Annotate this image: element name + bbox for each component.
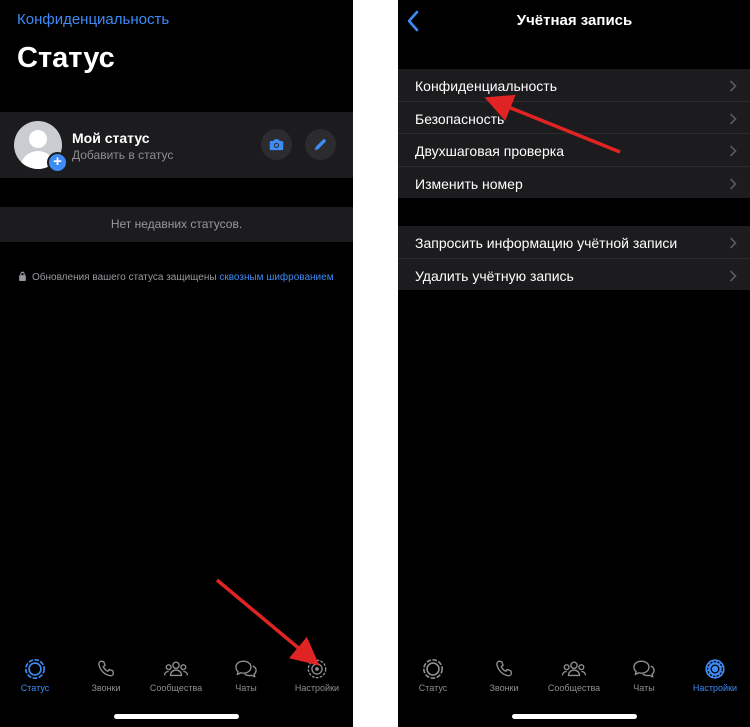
- request-account-info-row[interactable]: Запросить информацию учётной записи: [398, 226, 750, 259]
- gear-icon: [307, 659, 327, 679]
- tab-chats[interactable]: Чаты: [609, 654, 679, 693]
- two-step-verification-label: Двухшаговая проверка: [415, 143, 564, 159]
- my-status-subtitle: Добавить в статус: [72, 148, 174, 162]
- tab-status-label: Статус: [418, 683, 448, 693]
- tab-settings-label: Настройки: [294, 683, 340, 693]
- status-screen: Конфиденциальность Статус + Мой статус Д…: [0, 0, 353, 727]
- chevron-right-icon: [729, 145, 737, 157]
- tab-calls[interactable]: Звонки: [469, 654, 539, 693]
- delete-account-label: Удалить учётную запись: [415, 267, 574, 284]
- chevron-right-icon: [729, 177, 737, 190]
- chats-icon: [633, 660, 655, 678]
- encryption-notice: Обновления вашего статуса защищены сквоз…: [18, 271, 334, 283]
- status-icon: [25, 659, 45, 679]
- tab-communities[interactable]: Сообщества: [539, 654, 609, 693]
- page-title: Учётная запись: [516, 12, 633, 29]
- my-status-name: Мой статус: [72, 130, 150, 146]
- two-step-verification-row[interactable]: Двухшаговая проверка: [398, 134, 750, 167]
- tab-settings-label: Настройки: [692, 683, 738, 693]
- tab-calls[interactable]: Звонки: [71, 654, 141, 693]
- lock-icon: [19, 271, 26, 281]
- privacy-row[interactable]: Конфиденциальность: [398, 69, 750, 102]
- security-label: Безопасность: [415, 110, 505, 127]
- tab-settings[interactable]: Настройки: [282, 654, 352, 693]
- chevron-right-icon: [729, 269, 737, 282]
- add-status-plus-icon[interactable]: +: [47, 152, 68, 173]
- tab-communities-label: Сообщества: [547, 683, 601, 693]
- status-icon: [423, 659, 443, 679]
- home-indicator[interactable]: [512, 714, 637, 719]
- gear-icon: [705, 659, 725, 679]
- tab-chats[interactable]: Чаты: [211, 654, 281, 693]
- phone-icon: [98, 660, 115, 677]
- tab-communities-label: Сообщества: [149, 683, 203, 693]
- tab-calls-label: Звонки: [91, 683, 121, 693]
- avatar-head: [29, 130, 47, 148]
- change-number-row[interactable]: Изменить номер: [398, 167, 750, 199]
- tab-status[interactable]: Статус: [0, 654, 70, 693]
- tab-chats-label: Чаты: [633, 683, 655, 693]
- pencil-icon: [314, 139, 326, 151]
- account-data-group: Запросить информацию учётной записи Удал…: [398, 226, 750, 290]
- edit-text-status-button[interactable]: [305, 129, 336, 160]
- tab-chats-label: Чаты: [235, 683, 257, 693]
- encryption-text: Обновления вашего статуса защищены: [32, 272, 220, 283]
- annotation-arrow-to-settings: [215, 578, 320, 666]
- home-indicator[interactable]: [114, 714, 239, 719]
- encryption-link[interactable]: сквозным шифрованием: [219, 272, 333, 283]
- tab-communities[interactable]: Сообщества: [141, 654, 211, 693]
- my-status-row[interactable]: + Мой статус Добавить в статус: [0, 112, 353, 178]
- account-settings-group: Конфиденциальность Безопасность Двухшаго…: [398, 69, 750, 198]
- tab-status-label: Статус: [20, 683, 50, 693]
- request-account-info-label: Запросить информацию учётной записи: [415, 235, 678, 251]
- chevron-right-icon: [729, 237, 737, 249]
- communities-icon: [561, 661, 587, 677]
- tab-settings[interactable]: Настройки: [680, 654, 750, 693]
- privacy-label: Конфиденциальность: [415, 78, 558, 94]
- tab-calls-label: Звонки: [489, 683, 519, 693]
- page-title: Статус: [17, 42, 115, 74]
- camera-button[interactable]: [261, 129, 292, 160]
- back-to-privacy-link[interactable]: Конфиденциальность: [17, 11, 169, 28]
- delete-account-row[interactable]: Удалить учётную запись: [398, 259, 750, 291]
- tab-bar: Статус Звонки Сообщества Чаты Настройки: [0, 654, 353, 704]
- chevron-right-icon: [729, 112, 737, 125]
- tab-status[interactable]: Статус: [398, 654, 468, 693]
- communities-icon: [163, 661, 189, 677]
- tab-bar: Статус Звонки Сообщества Чаты Настройки: [398, 654, 750, 704]
- camera-icon: [269, 139, 284, 151]
- phone-icon: [496, 660, 513, 677]
- chevron-right-icon: [729, 80, 737, 92]
- chats-icon: [235, 660, 257, 678]
- change-number-label: Изменить номер: [415, 175, 523, 192]
- security-row[interactable]: Безопасность: [398, 102, 750, 134]
- account-screen: Учётная запись Конфиденциальность Безопа…: [398, 0, 750, 727]
- empty-status-message: Нет недавних статусов.: [0, 207, 353, 242]
